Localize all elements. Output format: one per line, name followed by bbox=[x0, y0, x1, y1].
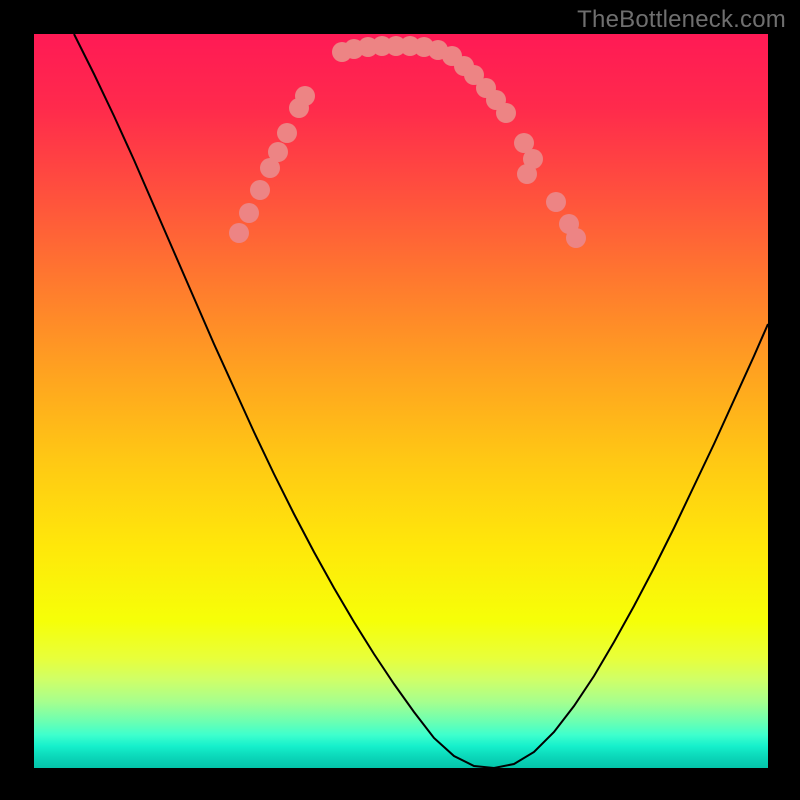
chart-marker bbox=[295, 86, 315, 106]
chart-marker bbox=[239, 203, 259, 223]
chart-marker bbox=[546, 192, 566, 212]
chart-svg bbox=[34, 34, 768, 768]
chart-frame: TheBottleneck.com bbox=[0, 0, 800, 800]
chart-marker bbox=[268, 142, 288, 162]
chart-marker bbox=[496, 103, 516, 123]
chart-marker bbox=[229, 223, 249, 243]
chart-curve bbox=[74, 34, 768, 768]
chart-curve-group bbox=[74, 34, 768, 768]
chart-marker bbox=[517, 164, 537, 184]
chart-marker bbox=[566, 228, 586, 248]
chart-marker bbox=[250, 180, 270, 200]
watermark-text: TheBottleneck.com bbox=[577, 6, 786, 34]
chart-markers-group bbox=[229, 36, 586, 248]
chart-marker bbox=[277, 123, 297, 143]
